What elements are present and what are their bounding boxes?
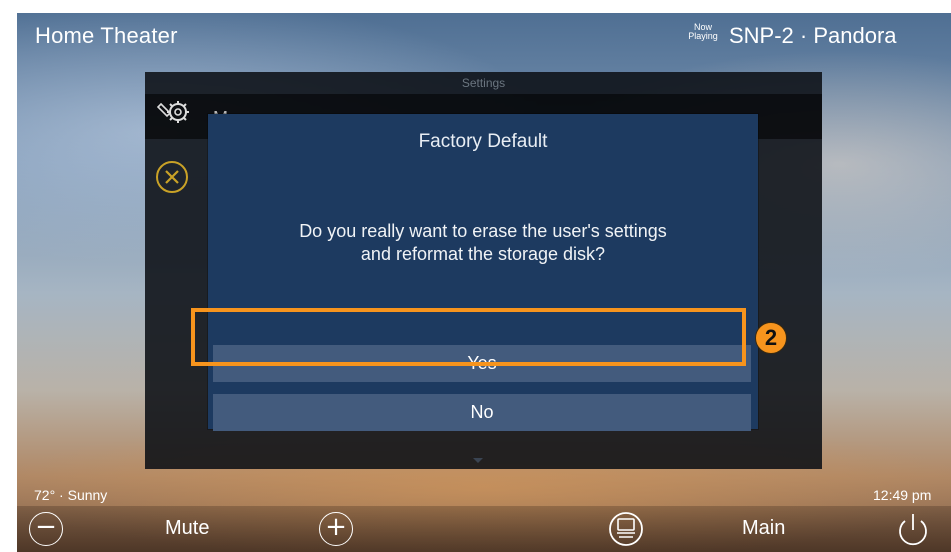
weather-status: 72° · Sunny [34,487,108,503]
touch-panel-screen: Home Theater Now Playing SNP-2 · Pandora… [17,13,951,552]
annotation-highlight [191,308,746,366]
scroll-down-indicator [473,458,483,463]
volume-up-button[interactable]: + [319,512,353,546]
top-bar: Home Theater Now Playing SNP-2 · Pandora [17,13,951,59]
bottom-bar: − Mute + Main [17,506,951,552]
settings-title: Settings [461,76,506,90]
wrench-gear-icon [157,101,189,123]
volume-down-button[interactable]: − [29,512,63,546]
now-playing-source[interactable]: SNP-2 · Pandora [729,23,897,49]
dialog-message-line2: and reformat the storage disk? [360,244,606,264]
dialog-message: Do you really want to erase the user's s… [248,220,718,266]
room-title[interactable]: Home Theater [35,23,178,49]
now-playing-line2: Playing [688,31,718,41]
volume-down-icon: − [35,512,57,542]
no-button[interactable]: No [213,394,751,431]
factory-default-dialog: Factory Default Do you really want to er… [208,114,758,431]
mute-button[interactable]: Mute [165,517,209,540]
main-button[interactable]: Main [742,517,785,540]
now-playing-label: Now Playing [688,23,718,41]
power-icon[interactable] [893,510,933,550]
clock: 12:49 pm [873,487,932,503]
step-number-badge: 2 [755,322,787,354]
dialog-title: Factory Default [418,131,548,152]
source-select-icon[interactable] [607,510,645,548]
volume-up-icon: + [325,512,347,542]
close-icon[interactable] [155,160,189,194]
dialog-message-line1: Do you really want to erase the user's s… [299,221,667,241]
